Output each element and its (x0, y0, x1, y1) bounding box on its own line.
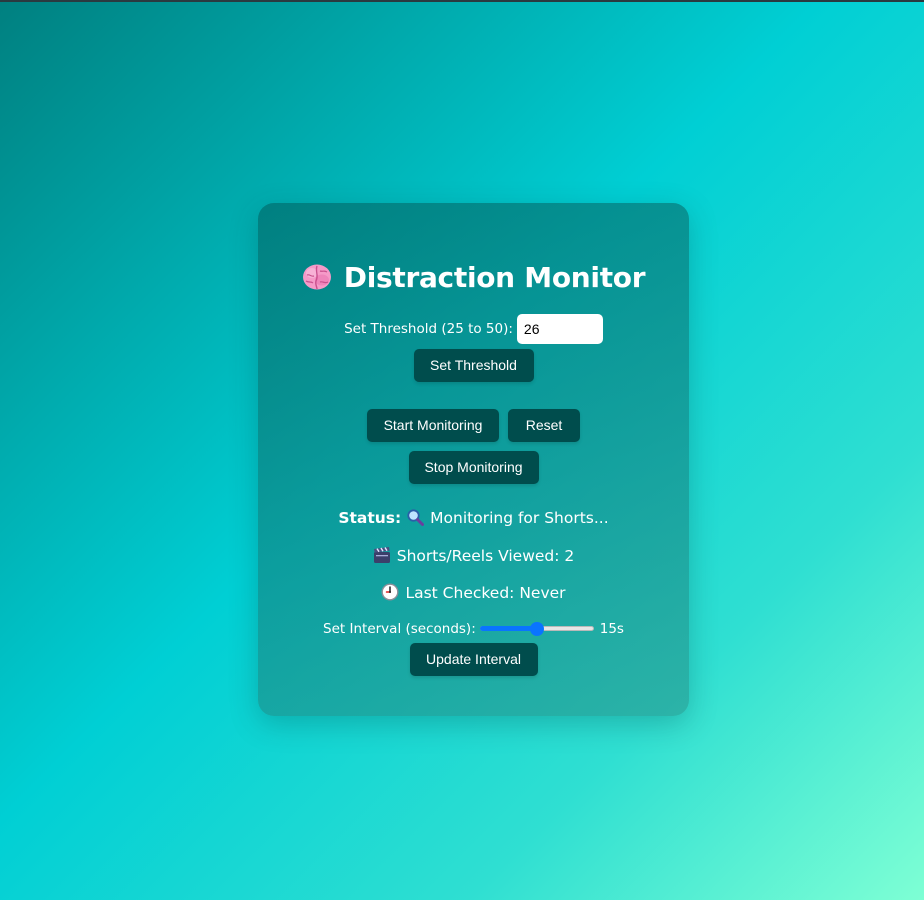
window-top-border (0, 0, 924, 2)
clock-icon (381, 583, 399, 601)
interval-slider-fill (479, 625, 537, 631)
start-monitoring-button[interactable]: Start Monitoring (367, 409, 499, 442)
last-checked-line: Last Checked: Never (258, 583, 689, 602)
threshold-row: Set Threshold (25 to 50): (258, 314, 689, 344)
stop-monitoring-button[interactable]: Stop Monitoring (408, 451, 539, 484)
interval-slider-thumb[interactable] (529, 621, 544, 636)
shorts-count-text: Shorts/Reels Viewed: 2 (396, 547, 575, 565)
magnifier-icon (407, 509, 425, 526)
interval-slider[interactable] (479, 621, 594, 637)
clapperboard-icon (373, 547, 390, 563)
title-text: Distraction Monitor (343, 261, 646, 294)
threshold-input[interactable] (516, 314, 603, 344)
interval-label: Set Interval (seconds): (323, 621, 476, 637)
threshold-label: Set Threshold (25 to 50): (344, 321, 513, 338)
status-text: Monitoring for Shorts... (430, 509, 609, 527)
interval-value: 15s (599, 621, 624, 637)
monitor-controls-row: Start Monitoring Reset (258, 409, 689, 442)
update-interval-button[interactable]: Update Interval (409, 643, 538, 676)
shorts-count-line: Shorts/Reels Viewed: 2 (258, 546, 689, 565)
reset-button[interactable]: Reset (508, 409, 580, 442)
set-threshold-button[interactable]: Set Threshold (413, 349, 534, 382)
status-label: Status: (338, 509, 402, 527)
brain-icon (302, 264, 331, 290)
interval-row: Set Interval (seconds): 15s (258, 620, 689, 638)
stop-row: Stop Monitoring (258, 451, 689, 484)
page-title: Distraction Monitor (258, 261, 689, 294)
set-threshold-row: Set Threshold (258, 349, 689, 382)
monitor-panel: Distraction Monitor Set Threshold (25 to… (258, 203, 689, 716)
last-checked-text: Last Checked: Never (405, 584, 566, 602)
update-interval-row: Update Interval (258, 643, 689, 676)
status-line: Status: Monitoring for Shorts... (258, 508, 689, 527)
